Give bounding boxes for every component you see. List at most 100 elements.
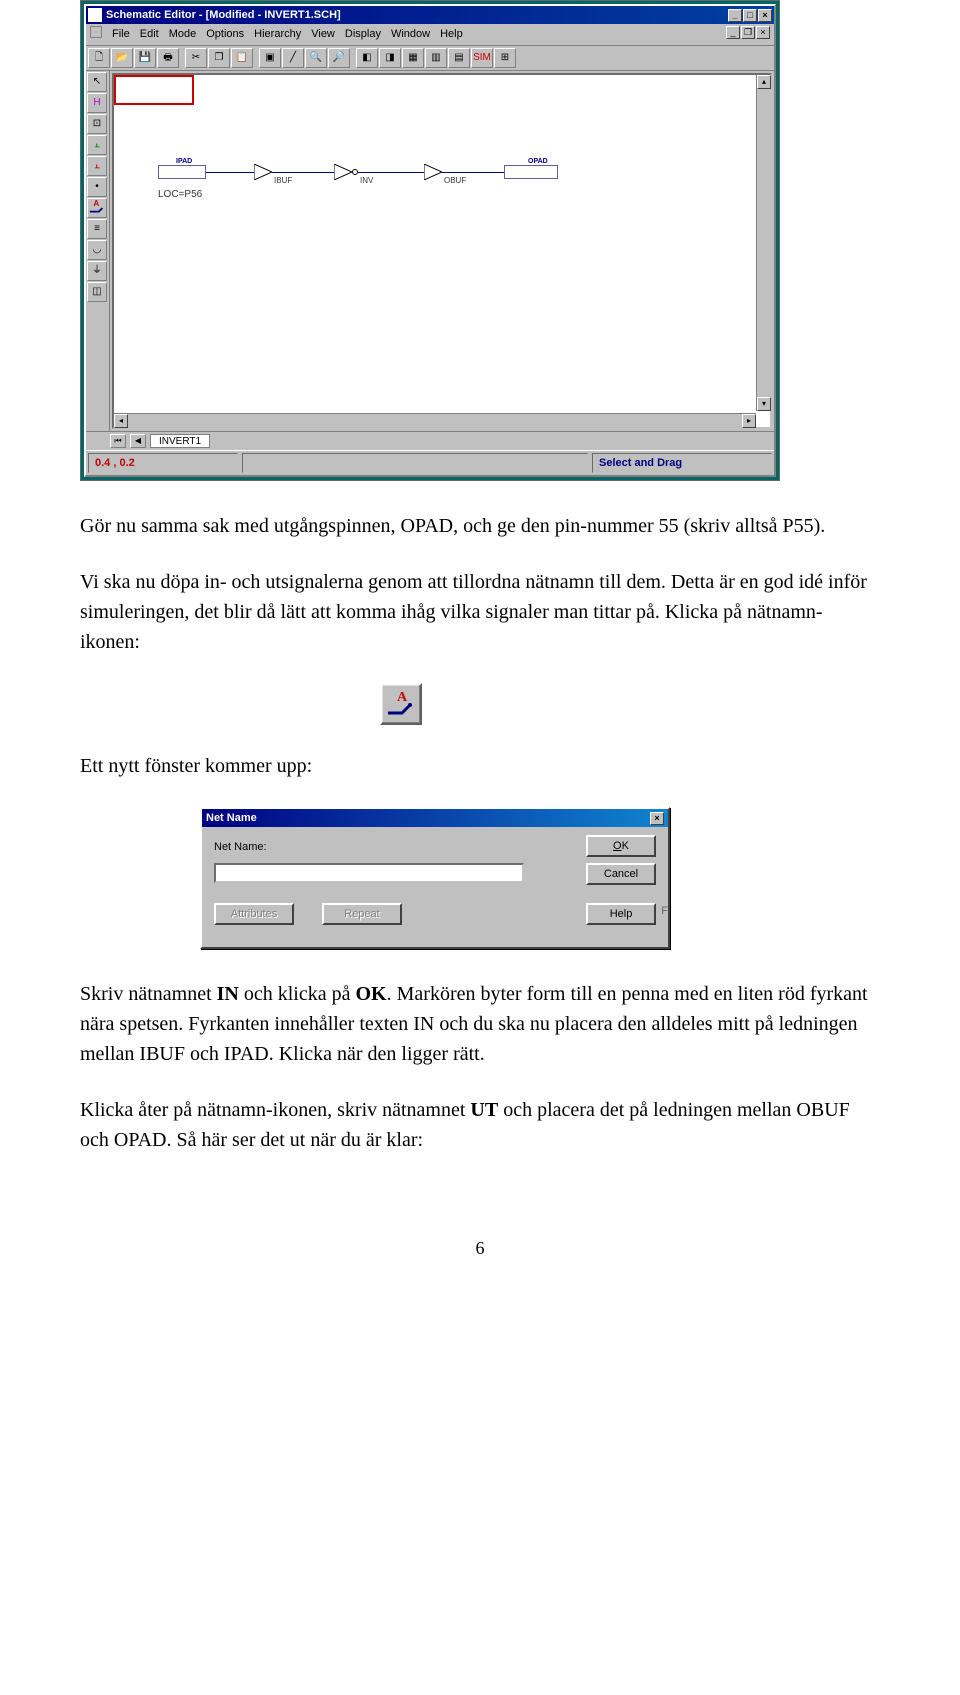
repeat-button[interactable]: Repeat xyxy=(322,903,402,925)
doc-close-button[interactable]: × xyxy=(756,26,770,39)
wire-ibuf-inv[interactable] xyxy=(272,172,334,173)
scroll-up-icon[interactable]: ▴ xyxy=(757,75,771,89)
dialog-f-char: F xyxy=(661,903,668,920)
schematic-editor-window: Schematic Editor - [Modified - INVERT1.S… xyxy=(80,0,780,481)
maximize-button[interactable]: □ xyxy=(743,9,757,22)
minimize-button[interactable]: _ xyxy=(728,9,742,22)
titlebar: Schematic Editor - [Modified - INVERT1.S… xyxy=(86,6,774,24)
horizontal-scrollbar[interactable]: ◂ ▸ xyxy=(114,413,756,427)
tool-button-4[interactable]: ▥ xyxy=(425,48,447,68)
svg-text:A: A xyxy=(397,690,408,705)
inv-symbol[interactable] xyxy=(334,164,352,180)
menu-display[interactable]: Display xyxy=(345,26,381,43)
wire-inv-obuf[interactable] xyxy=(358,172,424,173)
page-number: 6 xyxy=(80,1235,880,1262)
tool-palette: ↖ H ⊡ ⫠ ⫠ • A ≡ ◡ ⏚ ◫ xyxy=(86,71,110,431)
tool-button-3[interactable]: ▦ xyxy=(402,48,424,68)
cancel-button[interactable]: Cancel xyxy=(586,863,656,885)
new-button[interactable]: 🗋 xyxy=(88,48,110,68)
paragraph-4: Skriv nätnamnet IN och klicka på OK. Mar… xyxy=(80,979,880,1069)
symbol-tool[interactable]: ⊡ xyxy=(87,114,107,134)
status-coords: 0.4 , 0.2 xyxy=(88,453,238,474)
netname-input[interactable] xyxy=(214,863,524,883)
menu-mode[interactable]: Mode xyxy=(169,26,197,43)
hierarchy-tool[interactable]: H xyxy=(87,93,107,113)
doc-minimize-button[interactable]: _ xyxy=(726,26,740,39)
wire-button[interactable]: ╱ xyxy=(282,48,304,68)
menu-window[interactable]: Window xyxy=(391,26,430,43)
power-tool[interactable]: ⏚ xyxy=(87,261,107,281)
print-button[interactable]: 🖶 xyxy=(157,48,179,68)
bus-tool[interactable]: ⫠ xyxy=(87,156,107,176)
inv-label: INV xyxy=(360,175,373,187)
zoom-out-button[interactable]: 🔎 xyxy=(328,48,350,68)
toolbar: 🗋 📂 💾 🖶 ✂ ❐ 📋 ▣ ╱ 🔍 🔎 ◧ ◨ ▦ ▥ ▤ SIM xyxy=(86,46,774,71)
save-button[interactable]: 💾 xyxy=(134,48,156,68)
status-blank xyxy=(242,453,588,474)
zoom-in-button[interactable]: 🔍 xyxy=(305,48,327,68)
menu-file[interactable]: File xyxy=(112,26,130,43)
symbol-button[interactable]: ▣ xyxy=(259,48,281,68)
tool-button-5[interactable]: ▤ xyxy=(448,48,470,68)
paragraph-3: Ett nytt fönster kommer upp: xyxy=(80,751,880,781)
ok-button[interactable]: OK xyxy=(586,835,656,857)
obuf-label: OBUF xyxy=(444,175,466,187)
select-tool[interactable]: ↖ xyxy=(87,72,107,92)
canvas[interactable]: IPAD LOC=P56 IBUF INV OBUF xyxy=(112,73,772,429)
menu-hierarchy[interactable]: Hierarchy xyxy=(254,26,301,43)
netname-icon: A xyxy=(380,683,422,725)
attributes-button[interactable]: Attributes xyxy=(214,903,294,925)
scroll-down-icon[interactable]: ▾ xyxy=(757,397,771,411)
tool-button-1[interactable]: ◧ xyxy=(356,48,378,68)
sheet-tabs: ⏮ ◀ INVERT1 xyxy=(86,431,774,450)
svg-text:A: A xyxy=(93,199,99,208)
window-title: Schematic Editor - [Modified - INVERT1.S… xyxy=(106,7,728,24)
ibuf-symbol[interactable] xyxy=(254,164,272,180)
tab-prev-button[interactable]: ◀ xyxy=(130,434,146,448)
scroll-left-icon[interactable]: ◂ xyxy=(114,414,128,428)
paragraph-5: Klicka åter på nätnamn-ikonen, skriv nät… xyxy=(80,1095,880,1155)
loc-attribute: LOC=P56 xyxy=(158,187,202,202)
help-button[interactable]: Help xyxy=(586,903,656,925)
junction-tool[interactable]: • xyxy=(87,177,107,197)
cut-button[interactable]: ✂ xyxy=(185,48,207,68)
ipad-selected[interactable] xyxy=(114,75,194,105)
wire-obuf-opad[interactable] xyxy=(442,172,504,173)
menubar: File Edit Mode Options Hierarchy View Di… xyxy=(86,24,774,46)
statusbar: 0.4 , 0.2 Select and Drag xyxy=(86,450,774,476)
status-mode: Select and Drag xyxy=(592,453,772,474)
scroll-right-icon[interactable]: ▸ xyxy=(742,414,756,428)
sheet-tab[interactable]: INVERT1 xyxy=(150,434,210,448)
arc-tool[interactable]: ◡ xyxy=(87,240,107,260)
menu-help[interactable]: Help xyxy=(440,26,463,43)
opad-label: OPAD xyxy=(528,157,548,168)
sim-button[interactable]: SIM xyxy=(471,48,493,68)
paragraph-2: Vi ska nu döpa in- och utsignalerna geno… xyxy=(80,567,880,657)
ibuf-label: IBUF xyxy=(274,175,292,187)
sys-icon[interactable] xyxy=(90,26,102,38)
wire-ipad-ibuf[interactable] xyxy=(206,172,254,173)
netname-tool[interactable]: A xyxy=(87,198,107,218)
dialog-close-button[interactable]: × xyxy=(650,812,664,825)
vertical-scrollbar[interactable]: ▴ ▾ xyxy=(756,75,770,411)
menu-edit[interactable]: Edit xyxy=(140,26,159,43)
wire-tool[interactable]: ⫠ xyxy=(87,135,107,155)
tool-button-6[interactable]: ⊞ xyxy=(494,48,516,68)
graphic-tool[interactable]: ◫ xyxy=(87,282,107,302)
text-tool[interactable]: ≡ xyxy=(87,219,107,239)
menu-view[interactable]: View xyxy=(311,26,335,43)
dialog-title: Net Name xyxy=(206,810,257,827)
ipad-label: IPAD xyxy=(176,157,192,168)
netname-dialog: Net Name × Net Name: OK Cancel Attribute… xyxy=(200,807,670,949)
open-button[interactable]: 📂 xyxy=(111,48,133,68)
tool-button-2[interactable]: ◨ xyxy=(379,48,401,68)
obuf-symbol[interactable] xyxy=(424,164,442,180)
copy-button[interactable]: ❐ xyxy=(208,48,230,68)
menu-options[interactable]: Options xyxy=(206,26,244,43)
app-icon xyxy=(88,8,102,22)
doc-restore-button[interactable]: ❐ xyxy=(741,26,755,39)
paste-button[interactable]: 📋 xyxy=(231,48,253,68)
paragraph-1: Gör nu samma sak med utgångspinnen, OPAD… xyxy=(80,511,880,541)
tab-first-button[interactable]: ⏮ xyxy=(110,434,126,448)
close-button[interactable]: × xyxy=(758,9,772,22)
